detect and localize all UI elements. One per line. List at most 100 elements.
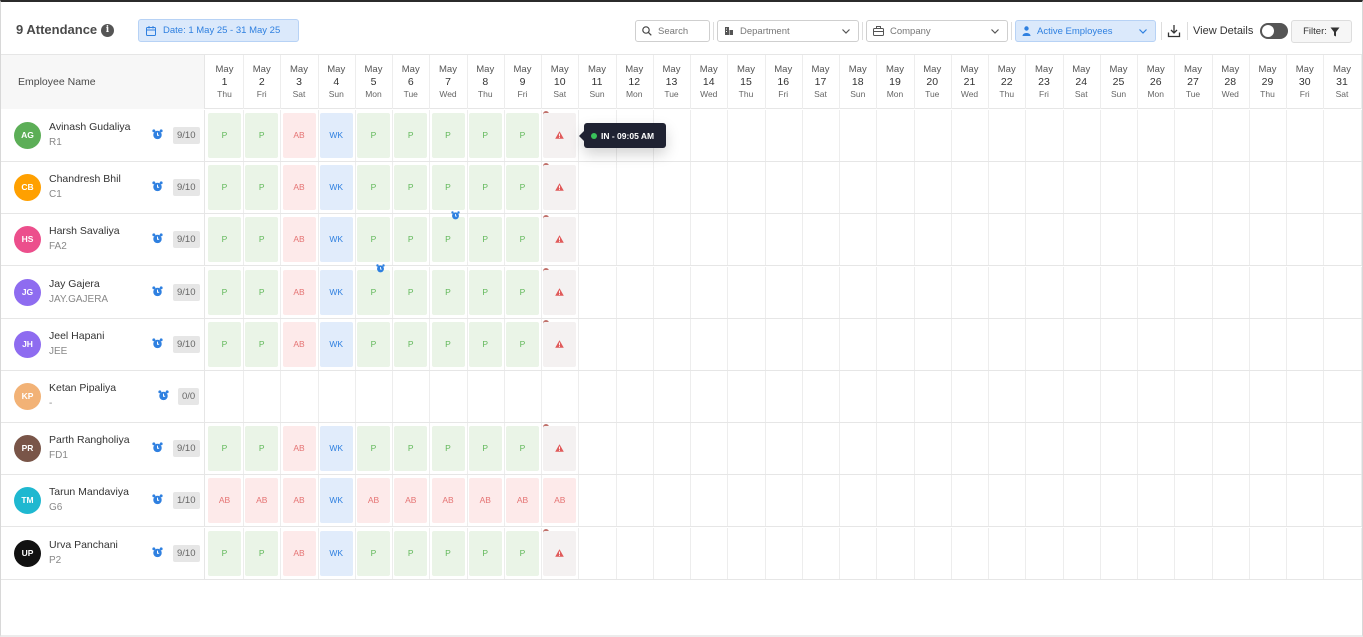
attendance-status-p[interactable]: P [394, 269, 428, 315]
day-cell[interactable] [802, 475, 840, 527]
attendance-status-p[interactable]: P [208, 165, 241, 211]
attendance-status-p[interactable]: P [431, 113, 465, 158]
day-cell[interactable] [877, 110, 915, 161]
attendance-status-p[interactable]: P [468, 217, 502, 263]
attendance-status-p[interactable]: P [506, 321, 539, 367]
day-cell[interactable] [653, 527, 691, 579]
attendance-status-p[interactable]: P [208, 217, 241, 263]
day-cell[interactable]: P [206, 266, 244, 318]
search-input[interactable]: Search [635, 20, 710, 42]
day-cell[interactable] [728, 214, 766, 266]
day-cell[interactable] [765, 162, 803, 214]
employee-name[interactable]: Harsh Savaliya [49, 225, 120, 237]
avatar[interactable]: AG [14, 122, 41, 149]
day-cell[interactable]: WK [318, 423, 356, 475]
day-cell[interactable] [1286, 318, 1325, 370]
day-cell[interactable] [1026, 527, 1064, 579]
day-cell[interactable] [988, 110, 1027, 161]
day-cell[interactable] [653, 266, 691, 318]
attendance-status-ab[interactable]: AB [282, 269, 316, 315]
day-cell[interactable] [765, 475, 803, 527]
day-cell[interactable] [1286, 162, 1325, 214]
day-cell[interactable] [1324, 318, 1362, 370]
day-cell[interactable] [1175, 475, 1213, 527]
day-cell[interactable] [1212, 162, 1250, 214]
day-cell[interactable] [765, 266, 803, 318]
attendance-status-ab[interactable]: AB [506, 478, 539, 524]
day-cell[interactable]: P [467, 214, 505, 266]
day-cell[interactable]: P [504, 266, 542, 318]
day-cell[interactable] [1137, 371, 1176, 422]
day-cell[interactable]: P [430, 266, 468, 318]
day-cell[interactable] [988, 475, 1027, 527]
employee-row[interactable]: HS Harsh Savaliya FA2 9/10 P P AB WK P P P P P [1, 211, 1362, 267]
day-cell[interactable] [1212, 371, 1250, 422]
day-cell[interactable] [1026, 162, 1064, 214]
day-cell[interactable] [690, 214, 729, 266]
day-cell[interactable] [690, 475, 729, 527]
day-cell[interactable] [579, 266, 617, 318]
attendance-status-p[interactable]: P [357, 269, 390, 315]
download-icon[interactable] [1167, 24, 1181, 38]
day-cell[interactable] [877, 214, 915, 266]
department-select[interactable]: Department [717, 20, 859, 42]
attendance-status-p[interactable]: P [245, 530, 279, 576]
attendance-status-wk[interactable]: WK [319, 478, 353, 524]
day-cell[interactable]: P [243, 110, 282, 161]
day-cell[interactable] [951, 110, 989, 161]
day-cell[interactable]: AB [281, 318, 319, 370]
day-cell[interactable] [988, 423, 1027, 475]
day-cell[interactable]: P [243, 527, 282, 579]
attendance-status-p[interactable]: P [357, 113, 390, 158]
day-cell[interactable] [1249, 475, 1287, 527]
day-cell[interactable] [988, 266, 1027, 318]
day-cell[interactable] [1100, 423, 1138, 475]
day-cell[interactable] [541, 266, 580, 318]
avatar[interactable]: JG [14, 278, 41, 306]
avatar[interactable]: PR [14, 435, 41, 463]
day-cell[interactable]: P [430, 211, 468, 266]
day-cell[interactable] [653, 371, 691, 422]
day-cell[interactable]: P [206, 162, 244, 214]
day-cell[interactable] [1063, 527, 1101, 579]
day-cell[interactable]: P [243, 266, 282, 318]
attendance-status-p[interactable]: P [468, 321, 502, 367]
day-cell[interactable] [1137, 110, 1176, 161]
day-cell[interactable] [839, 371, 878, 422]
employee-name[interactable]: Urva Panchani [49, 539, 118, 551]
attendance-status-ab[interactable]: AB [357, 478, 390, 524]
day-cell[interactable] [1026, 214, 1064, 266]
day-cell[interactable] [690, 110, 729, 161]
day-cell[interactable] [1175, 214, 1213, 266]
missed-punch-alert[interactable] [543, 165, 577, 211]
attendance-status-p[interactable]: P [394, 113, 428, 158]
day-cell[interactable] [951, 371, 989, 422]
day-cell[interactable] [1137, 318, 1176, 370]
day-cell[interactable] [1212, 423, 1250, 475]
day-cell[interactable] [1324, 527, 1362, 579]
day-cell[interactable]: P [430, 162, 468, 214]
attendance-status-ab[interactable]: AB [543, 478, 577, 524]
day-cell[interactable] [1026, 475, 1064, 527]
day-cell[interactable] [1324, 110, 1362, 161]
day-cell[interactable] [1249, 214, 1287, 266]
day-cell[interactable] [839, 318, 878, 370]
day-cell[interactable] [616, 475, 654, 527]
day-cell[interactable] [1212, 318, 1250, 370]
day-cell[interactable]: AB [281, 162, 319, 214]
day-cell[interactable] [1137, 475, 1176, 527]
day-cell[interactable]: WK [318, 318, 356, 370]
day-cell[interactable] [914, 423, 952, 475]
day-cell[interactable] [653, 318, 691, 370]
day-cell[interactable] [1324, 423, 1362, 475]
date-range-button[interactable]: Date: 1 May 25 - 31 May 25 [138, 19, 299, 42]
day-cell[interactable] [1175, 371, 1213, 422]
day-cell[interactable] [1324, 371, 1362, 422]
day-cell[interactable]: P [355, 423, 393, 475]
day-cell[interactable] [430, 371, 468, 422]
attendance-status-p[interactable]: P [431, 530, 465, 576]
day-cell[interactable]: P [430, 423, 468, 475]
day-cell[interactable] [728, 371, 766, 422]
attendance-status-p[interactable]: P [245, 113, 279, 158]
day-cell[interactable] [1286, 423, 1325, 475]
